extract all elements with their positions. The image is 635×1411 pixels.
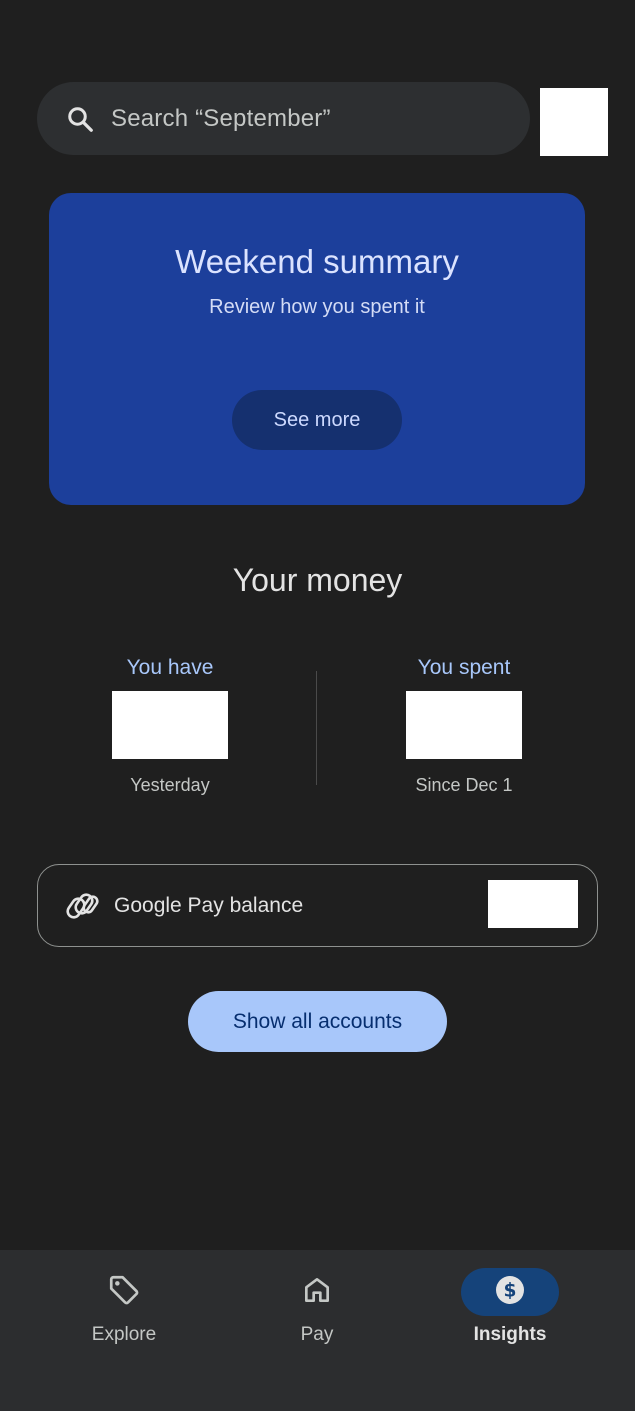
nav-item-insights[interactable]: $ Insights — [440, 1268, 580, 1346]
nav-explore-icon-wrap — [75, 1268, 173, 1316]
svg-text:$: $ — [504, 1280, 517, 1301]
balance-label: Google Pay balance — [114, 893, 304, 917]
you-spent-caption: Since Dec 1 — [415, 775, 513, 795]
nav-item-explore[interactable]: Explore — [54, 1268, 194, 1346]
your-money-title: Your money — [232, 562, 403, 598]
see-more-button[interactable]: See more — [232, 390, 402, 450]
home-icon — [301, 1274, 333, 1311]
account-avatar[interactable] — [540, 88, 608, 156]
balance-value-redacted — [488, 880, 578, 928]
you-have-value-redacted — [112, 691, 228, 759]
nav-label-insights: Insights — [473, 1324, 547, 1345]
weekend-summary-card: Weekend summary Review how you spent it … — [49, 193, 585, 505]
google-pay-balance-row[interactable]: Google Pay balance — [37, 864, 598, 947]
summary-subtitle: Review how you spent it — [209, 296, 425, 318]
search-placeholder: Search “September” — [111, 104, 331, 132]
you-have-stat: You have Yesterday — [70, 656, 270, 796]
nav-insights-icon-wrap: $ — [461, 1268, 559, 1316]
you-have-label: You have — [126, 656, 214, 679]
search-icon — [65, 104, 95, 134]
dollar-icon: $ — [494, 1274, 526, 1311]
tag-icon — [107, 1273, 141, 1312]
summary-title: Weekend summary — [175, 243, 459, 280]
show-all-accounts-button[interactable]: Show all accounts — [188, 991, 447, 1052]
nav-label-explore: Explore — [91, 1324, 157, 1345]
nav-pay-icon-wrap — [268, 1268, 366, 1316]
you-have-caption: Yesterday — [130, 775, 210, 795]
you-spent-stat: You spent Since Dec 1 — [364, 656, 564, 796]
nav-item-pay[interactable]: Pay — [247, 1268, 387, 1346]
bottom-navigation: Explore Pay $ Insights — [0, 1250, 635, 1411]
search-bar[interactable]: Search “September” — [37, 82, 530, 155]
stats-divider — [316, 671, 317, 785]
you-spent-value-redacted — [406, 691, 522, 759]
google-pay-icon — [66, 889, 100, 923]
you-spent-label: You spent — [417, 656, 511, 679]
nav-label-pay: Pay — [300, 1324, 334, 1345]
